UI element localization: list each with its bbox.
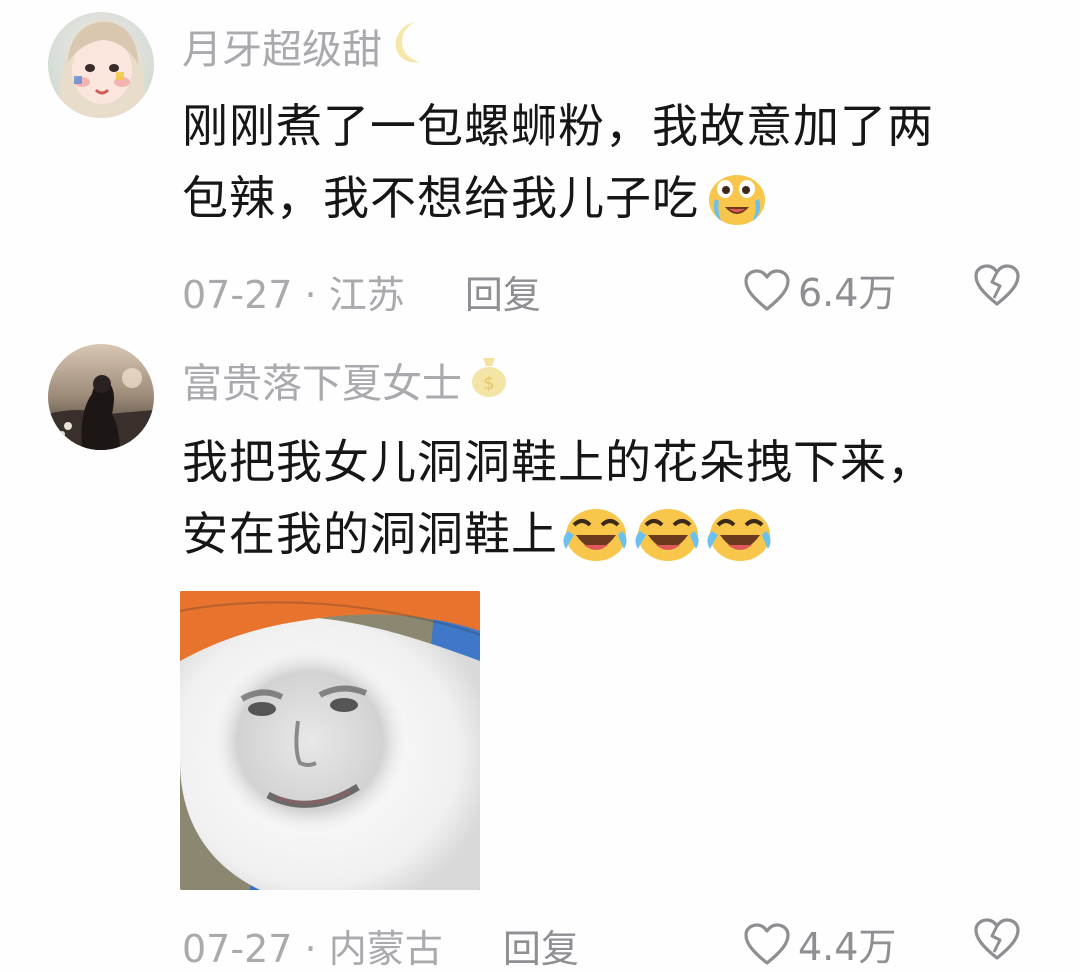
crying-face-emoji: [701, 169, 767, 227]
avatar[interactable]: [48, 12, 154, 118]
username[interactable]: 月牙超级甜: [182, 18, 434, 74]
comment-meta: 07-27 · 江苏 回复: [182, 264, 541, 319]
comment-line: 我把我女儿洞洞鞋上的花朵拽下来，: [182, 435, 934, 489]
comment-meta: 07-27 · 内蒙古 回复: [182, 918, 579, 972]
comment-item: 富贵落下夏女士 $ 我把我女儿洞洞鞋上的花朵拽下来， 安在我的洞洞鞋上 07-2…: [0, 330, 1080, 972]
like-count: 6.4万: [798, 271, 897, 315]
broken-heart-icon: [974, 918, 1020, 960]
reply-button[interactable]: 回复: [503, 927, 579, 971]
username-text: 富贵落下夏女士: [182, 361, 462, 407]
heart-icon: [744, 268, 790, 311]
avatar[interactable]: [48, 344, 154, 450]
broken-heart-icon: [974, 264, 1020, 306]
comment-location: 江苏: [328, 273, 405, 317]
comment-line-text: 安在我的洞洞鞋上: [182, 507, 558, 561]
laughing-crying-emoji: [632, 505, 702, 563]
comment-location: 内蒙古: [328, 927, 443, 971]
comment-date: 07-27: [182, 927, 293, 971]
meta-separator: ·: [304, 273, 317, 317]
meta-separator: ·: [304, 927, 317, 971]
meme-face-sticker[interactable]: [180, 591, 480, 890]
laughing-crying-emoji: [560, 505, 630, 563]
dislike-button[interactable]: [972, 916, 1022, 966]
comment-list: 月牙超级甜 刚刚煮了一包螺蛳粉，我故意加了两 包辣，我不想给我儿子吃 07-27…: [0, 0, 1080, 972]
reply-button[interactable]: 回复: [465, 273, 541, 317]
heart-icon: [744, 922, 790, 965]
money-bag-icon: $: [464, 350, 514, 410]
like-count: 4.4万: [798, 925, 897, 969]
comment-line: 刚刚煮了一包螺蛳粉，我故意加了两: [182, 99, 934, 153]
comment-date: 07-27: [182, 273, 293, 317]
like-button[interactable]: 6.4万: [742, 262, 896, 317]
comment-line-with-emoji: 包辣，我不想给我儿子吃: [182, 162, 1042, 234]
comment-text: 刚刚煮了一包螺蛳粉，我故意加了两 包辣，我不想给我儿子吃: [182, 90, 1042, 234]
crescent-moon-icon: [384, 16, 434, 76]
laughing-crying-emoji: [704, 505, 774, 563]
comment-line-text: 包辣，我不想给我儿子吃: [182, 171, 699, 225]
comment-item: 月牙超级甜 刚刚煮了一包螺蛳粉，我故意加了两 包辣，我不想给我儿子吃 07-27…: [0, 0, 1080, 330]
svg-text:$: $: [483, 373, 494, 394]
like-button[interactable]: 4.4万: [742, 916, 896, 971]
comment-text: 我把我女儿洞洞鞋上的花朵拽下来， 安在我的洞洞鞋上: [182, 426, 1042, 570]
dislike-button[interactable]: [972, 262, 1022, 312]
username-text: 月牙超级甜: [182, 27, 382, 73]
comment-line-with-emoji: 安在我的洞洞鞋上: [182, 498, 1042, 570]
username[interactable]: 富贵落下夏女士 $: [182, 352, 514, 408]
